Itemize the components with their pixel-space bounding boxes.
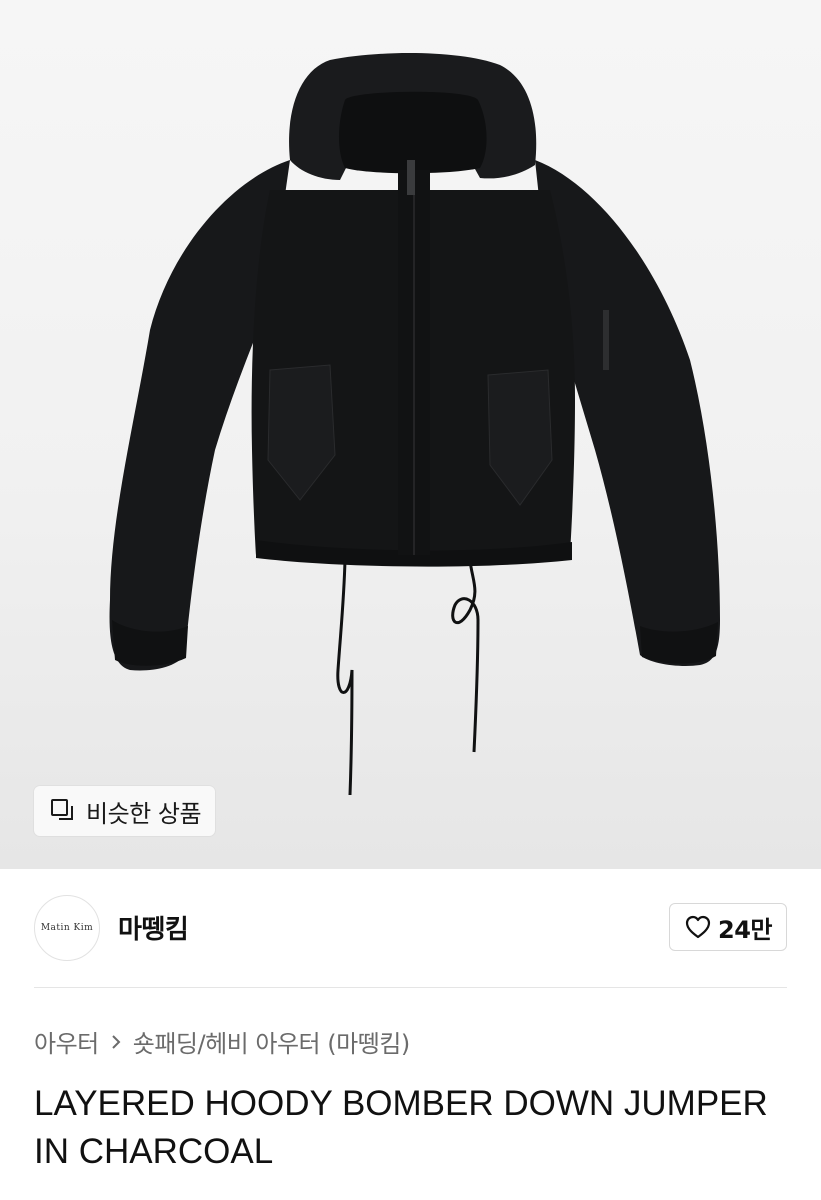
similar-items-icon [51, 799, 73, 820]
similar-items-label: 비슷한 상품 [86, 799, 202, 828]
seller-name[interactable]: 마뗑킴 [118, 909, 189, 946]
like-button[interactable]: 24만 [669, 903, 787, 951]
seller-row: Matin Kim 마뗑킴 24만 [34, 895, 787, 961]
heart-outline-icon [685, 915, 711, 939]
breadcrumb-subcategory[interactable]: 숏패딩/헤비 아우터 (마뗑킴) [133, 1024, 410, 1059]
divider [34, 987, 787, 988]
seller-avatar[interactable]: Matin Kim [34, 895, 100, 961]
chevron-right-icon [112, 1034, 121, 1049]
breadcrumb: 아우터 숏패딩/헤비 아우터 (마뗑킴) [34, 1024, 410, 1059]
jacket-illustration [109, 53, 720, 796]
like-count: 24만 [718, 915, 772, 944]
product-image[interactable]: 비슷한 상품 [0, 0, 821, 869]
similar-items-button[interactable]: 비슷한 상품 [34, 786, 216, 836]
seller-avatar-text: Matin Kim [40, 923, 94, 933]
breadcrumb-category[interactable]: 아우터 [34, 1024, 99, 1059]
product-title: LAYERED HOODY BOMBER DOWN JUMPER IN CHAR… [34, 1084, 768, 1171]
